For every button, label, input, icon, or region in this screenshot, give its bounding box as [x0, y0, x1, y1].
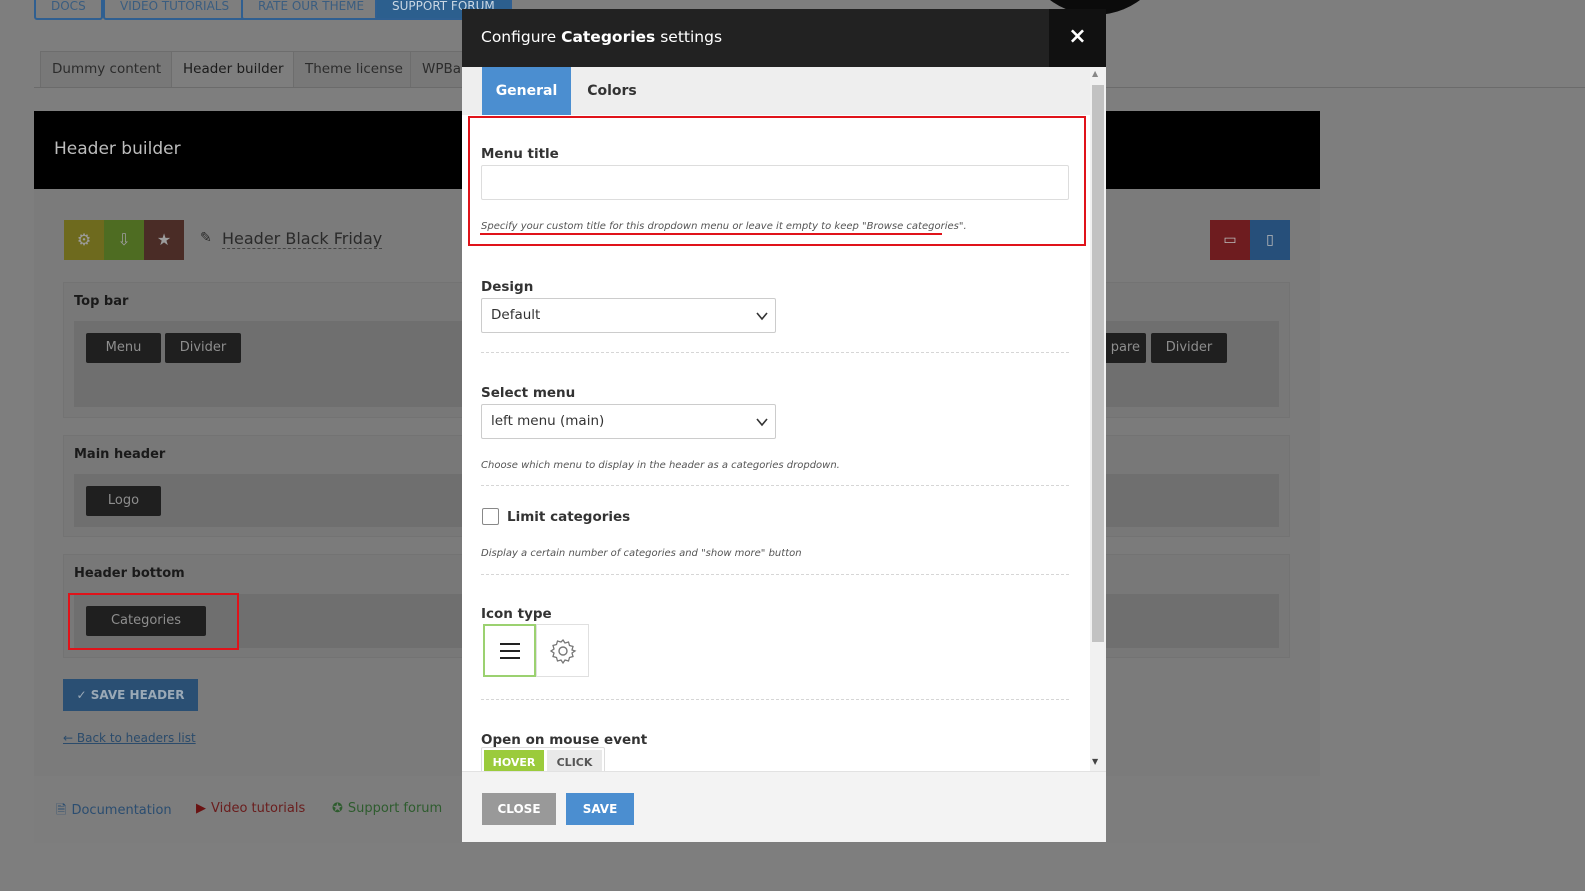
modal-title-suffix: settings — [660, 28, 723, 46]
video-tutorials-link[interactable]: ▶ Video tutorials — [196, 801, 305, 816]
highlight-categories-element — [68, 593, 239, 650]
select-menu-select[interactable]: left menu (main) — [481, 404, 776, 439]
lifebuoy-icon: ✪ — [332, 801, 343, 816]
chevron-down-icon — [756, 312, 768, 321]
open-event-hover[interactable]: HOVER — [484, 750, 544, 771]
modal-title: Configure Categories settings — [481, 28, 722, 46]
documentation-label: Documentation — [71, 803, 172, 818]
divider — [481, 574, 1069, 575]
rate-theme-button[interactable]: RATE OUR THEME — [241, 0, 382, 20]
tab-header-builder[interactable]: Header builder — [171, 51, 296, 88]
save-header-label: SAVE HEADER — [90, 688, 185, 702]
open-event-label: Open on mouse event — [481, 732, 648, 748]
close-icon[interactable]: × — [1049, 9, 1106, 67]
header-builder-title: Header builder — [54, 139, 181, 159]
open-event-click[interactable]: CLICK — [547, 750, 602, 771]
documentation-link[interactable]: 🗎 Documentation — [56, 801, 172, 823]
header-name[interactable]: Header Black Friday — [222, 229, 383, 249]
design-select[interactable]: Default — [481, 298, 776, 333]
element-menu[interactable]: Menu — [86, 333, 161, 363]
icon-option-gear[interactable] — [536, 624, 589, 677]
mobile-view-button[interactable]: ▯ — [1250, 220, 1290, 260]
pencil-icon: ✎ — [200, 230, 212, 246]
back-to-headers-link[interactable]: ← Back to headers list — [63, 731, 196, 745]
import-action[interactable]: ⇩ — [104, 220, 144, 260]
select-menu-label: Select menu — [481, 385, 576, 401]
tab-dummy-content[interactable]: Dummy content — [40, 51, 174, 88]
chevron-down-icon — [756, 418, 768, 427]
settings-action[interactable]: ⚙ — [64, 220, 104, 260]
row-header-bottom-title: Header bottom — [74, 566, 185, 581]
modal-tabs: General Colors — [462, 67, 1090, 115]
icon-type-label: Icon type — [481, 606, 552, 622]
save-button[interactable]: SAVE — [566, 793, 634, 825]
scroll-down-arrow-icon[interactable]: ▼ — [1092, 757, 1098, 766]
tab-general[interactable]: General — [482, 67, 571, 115]
modal-title-prefix: Configure — [481, 28, 557, 46]
select-menu-hint: Choose which menu to display in the head… — [481, 460, 840, 471]
star-icon: ★ — [156, 230, 172, 249]
document-icon: 🗎 — [56, 803, 67, 818]
modal-body: General Colors Menu title Specify your c… — [462, 67, 1106, 771]
close-button[interactable]: CLOSE — [482, 793, 556, 825]
limit-categories-checkbox[interactable] — [482, 508, 499, 525]
support-forum-label: Support forum — [347, 801, 443, 816]
youtube-icon: ▶ — [196, 801, 206, 816]
divider — [481, 485, 1069, 486]
element-divider[interactable]: Divider — [165, 333, 241, 363]
docs-button[interactable]: DOCS — [34, 0, 103, 20]
video-tutorials-button[interactable]: VIDEO TUTORIALS — [103, 0, 247, 20]
mobile-icon: ▯ — [1266, 232, 1274, 248]
divider — [481, 352, 1069, 353]
gear-icon — [549, 638, 577, 665]
save-header-button[interactable]: ✓ SAVE HEADER — [63, 679, 198, 711]
row-main-header-title: Main header — [74, 447, 166, 462]
limit-categories-hint: Display a certain number of categories a… — [481, 548, 802, 559]
design-label: Design — [481, 279, 534, 295]
divider — [481, 699, 1069, 700]
modal-header: Configure Categories settings × — [462, 9, 1106, 67]
element-divider-right[interactable]: Divider — [1151, 333, 1227, 363]
categories-settings-modal: Configure Categories settings × General … — [462, 9, 1106, 842]
video-tutorials-label: Video tutorials — [211, 801, 306, 816]
desktop-icon: ▭ — [1223, 232, 1237, 248]
support-forum-link[interactable]: ✪ Support forum — [332, 801, 442, 816]
modal-footer: CLOSE SAVE — [462, 771, 1106, 842]
element-logo[interactable]: Logo — [86, 486, 161, 516]
modal-scrollbar-thumb[interactable] — [1092, 85, 1104, 642]
select-menu-value: left menu (main) — [491, 413, 605, 429]
limit-categories-label[interactable]: Limit categories — [507, 509, 630, 525]
modal-title-element: Categories — [561, 28, 656, 46]
desktop-view-button[interactable]: ▭ — [1210, 220, 1250, 260]
highlight-menu-title — [468, 116, 1086, 246]
hamburger-icon — [500, 643, 520, 659]
design-select-value: Default — [491, 307, 541, 323]
scroll-up-arrow-icon[interactable]: ▲ — [1092, 69, 1098, 78]
row-top-bar-title: Top bar — [74, 294, 129, 309]
tab-colors[interactable]: Colors — [575, 67, 649, 115]
download-icon: ⇩ — [117, 230, 131, 249]
favorite-action[interactable]: ★ — [144, 220, 184, 260]
check-icon: ✓ — [76, 688, 91, 702]
icon-option-hamburger[interactable] — [483, 624, 536, 677]
tab-theme-license[interactable]: Theme license — [293, 51, 415, 88]
gear-icon: ⚙ — [76, 230, 92, 249]
